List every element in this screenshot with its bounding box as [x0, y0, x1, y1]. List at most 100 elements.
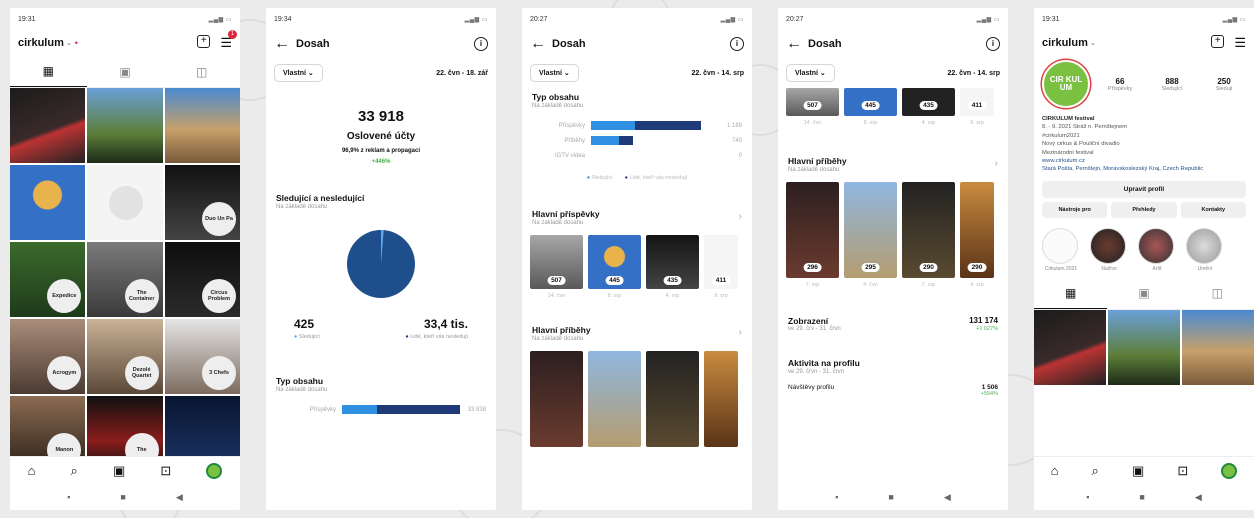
back-arrow-icon[interactable]: ← [530, 35, 552, 53]
info-icon[interactable]: i [474, 37, 488, 51]
search-icon[interactable]: ⌕ [71, 463, 78, 479]
reels-tab-icon[interactable]: ▣ [87, 56, 164, 87]
post-tile[interactable] [87, 88, 163, 163]
post-tile[interactable]: Acrogym [10, 319, 86, 394]
post-tile[interactable]: Circus Problem [164, 242, 240, 317]
post-thumb[interactable]: 411 [960, 88, 994, 116]
period-dropdown[interactable]: Vlastní ⌄ [530, 64, 579, 82]
insights-button[interactable]: Přehledy [1111, 201, 1177, 218]
home-button-icon[interactable]: ■ [120, 492, 125, 502]
post-thumb[interactable]: 507 [786, 88, 839, 116]
top-nav: ← Dosah i [266, 30, 496, 58]
search-icon[interactable]: ⌕ [1092, 463, 1099, 479]
followers-value: 425 [294, 317, 315, 331]
info-icon[interactable]: i [986, 37, 1000, 51]
story-thumb[interactable] [704, 351, 738, 447]
story-date: 4. srp [970, 282, 984, 288]
story-thumb[interactable] [588, 351, 641, 447]
post-thumb[interactable]: 445 [588, 235, 641, 289]
story-thumb[interactable]: 290 [902, 182, 955, 278]
post-thumb[interactable]: 411 [704, 235, 738, 289]
highlight-item[interactable]: Naživo [1090, 227, 1128, 272]
home-button-icon[interactable]: ■ [888, 492, 893, 502]
post-tile[interactable] [87, 165, 163, 240]
profile-avatar-icon[interactable] [1221, 462, 1238, 479]
post-tile[interactable]: Expedice [10, 242, 86, 317]
grid-tab-icon[interactable]: ▦ [1034, 278, 1108, 309]
reels-tab-icon[interactable]: ▣ [1107, 278, 1180, 309]
story-thumb[interactable]: 296 [786, 182, 839, 278]
posts-stat[interactable]: 66 Příspěvky [1098, 77, 1142, 92]
chevron-down-icon[interactable]: ⌄ [66, 39, 72, 47]
home-button-icon[interactable]: ■ [1139, 492, 1144, 502]
reels-icon[interactable]: ▣ [113, 463, 125, 479]
post-thumb[interactable]: 435 [902, 88, 955, 116]
username[interactable]: cirkulum [1042, 37, 1088, 49]
edit-profile-button[interactable]: Upravit profil [1042, 180, 1246, 198]
info-icon[interactable]: i [730, 37, 744, 51]
bio-location[interactable]: Stará Pošta, Pernštejn, Moravskoslezský … [1042, 165, 1246, 173]
post-tile[interactable]: 3 Chefs [164, 319, 240, 394]
chevron-right-icon[interactable]: › [739, 327, 742, 338]
story-thumb[interactable] [530, 351, 583, 447]
post-tile[interactable] [10, 165, 86, 240]
section-title: Typ obsahu [532, 92, 580, 102]
shop-icon[interactable]: ⊡ [1177, 463, 1188, 479]
post-thumb[interactable]: 435 [646, 235, 699, 289]
story-thumb[interactable] [646, 351, 699, 447]
new-post-icon[interactable]: + [1211, 35, 1225, 48]
reels-icon[interactable]: ▣ [1132, 463, 1144, 479]
status-indicators: ▂▄▆ ▭ [976, 16, 1000, 23]
post-tile[interactable] [1034, 309, 1106, 385]
back-arrow-icon[interactable]: ← [786, 35, 808, 53]
post-tile[interactable] [1182, 309, 1254, 385]
chevron-down-icon[interactable]: ⌄ [1090, 39, 1096, 47]
contacts-button[interactable]: Kontakty [1180, 201, 1246, 218]
recents-icon[interactable]: ▪ [67, 492, 70, 502]
profile-avatar-icon[interactable] [206, 462, 223, 479]
followers-stat[interactable]: 888 Sledující [1150, 77, 1194, 92]
bio-link[interactable]: www.cirkulum.cz [1042, 157, 1246, 165]
period-dropdown[interactable]: Vlastní ⌄ [786, 64, 835, 82]
post-date: 4. srp [921, 120, 936, 126]
home-icon[interactable]: ⌂ [28, 463, 36, 478]
post-tile[interactable]: The Container [87, 242, 163, 317]
post-tile[interactable] [1108, 309, 1180, 385]
post-tile[interactable]: Dezolé Quartet [87, 319, 163, 394]
highlight-item[interactable]: Artit [1138, 227, 1176, 272]
highlight-item[interactable]: Cirkulum 2021 [1042, 227, 1080, 272]
tagged-tab-icon[interactable]: ◫ [163, 56, 240, 87]
recents-icon[interactable]: ▪ [1086, 492, 1089, 502]
new-post-icon[interactable]: + [197, 35, 211, 48]
tagged-tab-icon[interactable]: ◫ [1181, 278, 1254, 309]
impressions-delta: +1 027% [976, 326, 998, 332]
menu-icon[interactable]: ☰ [1234, 35, 1246, 51]
period-dropdown[interactable]: Vlastní ⌄ [274, 64, 323, 82]
back-arrow-icon[interactable]: ← [274, 35, 296, 53]
profile-logo[interactable]: CIR KUL UM [1042, 60, 1090, 108]
story-thumb[interactable]: 295 [844, 182, 897, 278]
post-tile[interactable]: Duo Un Pa [164, 165, 240, 240]
recents-icon[interactable]: ▪ [835, 492, 838, 502]
back-icon[interactable]: ◀ [1195, 492, 1202, 503]
username[interactable]: cirkulum [18, 37, 64, 49]
story-thumb[interactable]: 290 [960, 182, 994, 278]
post-tile[interactable] [164, 88, 240, 163]
phone-profile-header: 19:31 ▂▄▆ ▭ cirkulum ⌄ + ☰ CIR KUL UM 66… [1034, 8, 1254, 510]
chevron-right-icon[interactable]: › [739, 211, 742, 222]
visits-delta-row: +554% [778, 391, 1008, 397]
back-icon[interactable]: ◀ [944, 492, 951, 503]
post-thumb[interactable]: 507 [530, 235, 583, 289]
post-thumb[interactable]: 445 [844, 88, 897, 116]
tools-button[interactable]: Nástroje pro [1042, 201, 1108, 218]
post-tile[interactable] [10, 88, 86, 163]
chevron-right-icon[interactable]: › [995, 158, 998, 169]
highlight-item[interactable]: Umění [1186, 227, 1224, 272]
menu-icon[interactable]: ☰ 1 [220, 30, 237, 51]
following-stat[interactable]: 250 Sleduji [1202, 77, 1246, 92]
grid-tab-icon[interactable]: ▦ [10, 56, 87, 87]
shop-icon[interactable]: ⊡ [160, 463, 171, 479]
back-icon[interactable]: ◀ [176, 492, 183, 503]
row-label: Příspěvky [558, 122, 586, 129]
home-icon[interactable]: ⌂ [1051, 463, 1059, 478]
